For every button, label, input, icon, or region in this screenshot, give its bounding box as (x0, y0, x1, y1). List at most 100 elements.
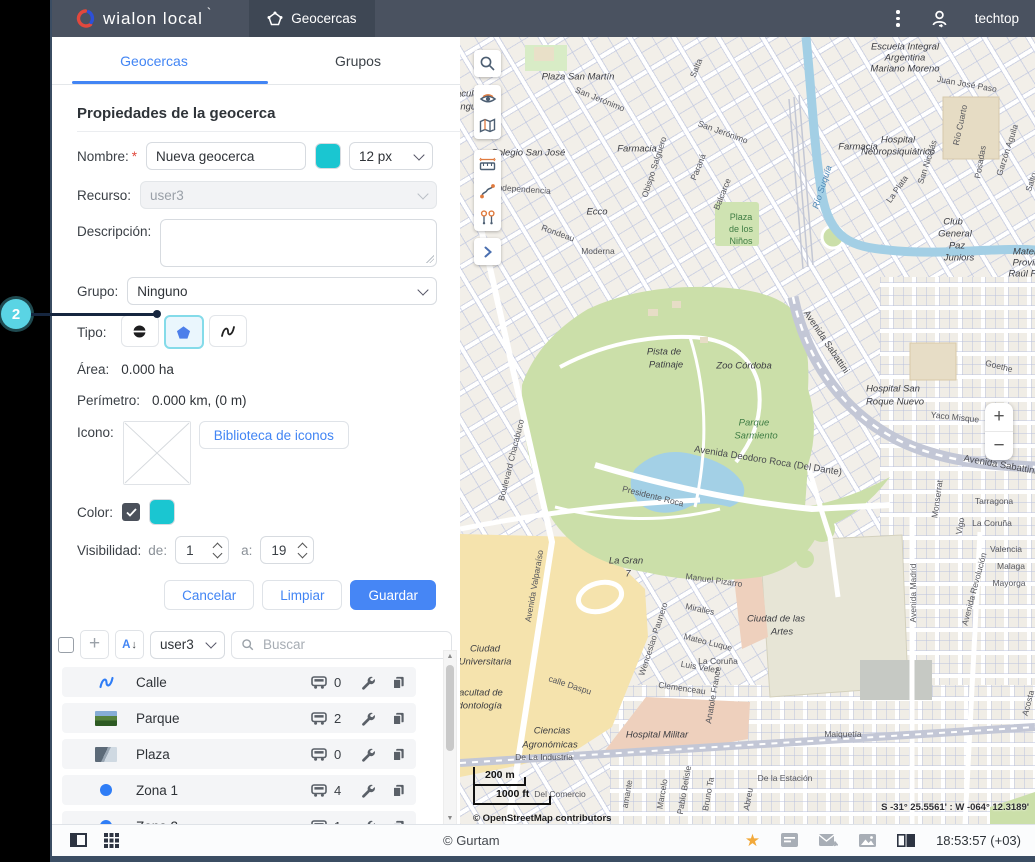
copy-icon (391, 783, 406, 798)
search-input[interactable] (261, 636, 442, 653)
tab-grupos[interactable]: Grupos (256, 37, 460, 84)
icon-placeholder[interactable] (123, 421, 191, 485)
map-expand-tool (474, 238, 501, 265)
visibility-from-stepper[interactable]: 1 (175, 536, 229, 564)
route-icon[interactable] (474, 177, 501, 204)
color-value-swatch[interactable] (149, 499, 175, 525)
toggle-panel-icon[interactable] (70, 833, 87, 847)
map-search-tool (474, 50, 501, 77)
unit-icon (311, 784, 327, 797)
icon-library-button[interactable]: Biblioteca de iconos (199, 421, 349, 449)
polygon-type-icon (176, 325, 191, 340)
geofence-row[interactable]: Zona 21 (62, 811, 416, 825)
tipo-circle-button[interactable] (121, 315, 159, 347)
more-menu-icon[interactable] (892, 6, 904, 31)
list-scrollbar[interactable]: ▲ ▼ (443, 650, 457, 825)
tab-geocercas-window[interactable]: Geocercas (249, 0, 374, 37)
font-size-select[interactable]: 12 px (349, 142, 433, 170)
geofence-row[interactable]: Parque2 (62, 703, 416, 733)
save-button[interactable]: Guardar (350, 580, 436, 610)
zoom-controls: + − (985, 403, 1013, 460)
nodes-icon[interactable] (474, 204, 501, 231)
visibility-to-stepper[interactable]: 19 (260, 536, 314, 564)
resource-filter-select[interactable]: user3 (150, 631, 225, 659)
map-search-icon[interactable] (474, 50, 501, 77)
bottom-bar: © Gurtam ★ 18:53:57 (+03) (52, 824, 1035, 856)
tab-geocercas[interactable]: Geocercas (52, 37, 256, 84)
chevron-right-icon[interactable] (474, 238, 501, 265)
copy-geofence-button[interactable] (391, 747, 406, 762)
circle-type-icon (132, 324, 147, 339)
app-window: wialon local` Geocercas techtop Geocerca… (50, 0, 1035, 862)
active-tab-underline (72, 81, 268, 84)
area-value: 0.000 ha (121, 362, 174, 377)
grupo-select[interactable]: Ninguno (127, 277, 437, 305)
visibilidad-label: Visibilidad: (77, 543, 141, 558)
map-attribution: © OpenStreetMap contributors (473, 813, 611, 824)
username[interactable]: techtop (975, 11, 1019, 26)
unit-icon (311, 748, 327, 761)
copy-geofence-button[interactable] (391, 675, 406, 690)
sort-button[interactable]: A↓ (115, 630, 144, 659)
scroll-down-icon[interactable]: ▼ (444, 815, 456, 822)
scrollbar-thumb[interactable] (446, 665, 454, 751)
tipo-polygon-button[interactable] (164, 315, 204, 349)
notices-icon[interactable] (781, 833, 798, 847)
add-geofence-button[interactable]: + (80, 630, 109, 659)
color-checkbox[interactable] (122, 503, 140, 521)
unit-count: 0 (334, 675, 344, 690)
edit-geofence-button[interactable] (360, 747, 375, 762)
geofence-row[interactable]: Zona 14 (62, 775, 416, 805)
map-layers-icon[interactable] (474, 112, 501, 139)
geofences-panel: Geocercas Grupos Propiedades de la geoce… (52, 37, 460, 825)
visibility-eye-icon[interactable] (474, 85, 501, 112)
reports-table-icon[interactable] (897, 834, 915, 847)
polyline-icon (98, 675, 115, 690)
geofence-color-swatch[interactable] (315, 143, 341, 169)
geofence-row[interactable]: Plaza0 (62, 739, 416, 769)
edit-geofence-button[interactable] (360, 783, 375, 798)
icono-label: Icono: (77, 425, 114, 440)
map-view-tools (474, 85, 501, 139)
edit-geofence-button[interactable] (360, 675, 375, 690)
nombre-input[interactable]: Nueva geocerca (146, 142, 306, 170)
unit-icon (311, 676, 327, 689)
clear-button[interactable]: Limpiar (262, 580, 342, 610)
geofence-photo-icon (95, 711, 117, 726)
geofence-name: Zona 1 (136, 783, 178, 798)
unit-count: 0 (334, 747, 344, 762)
select-all-checkbox[interactable] (58, 637, 74, 653)
app-tab-label: Geocercas (291, 11, 356, 26)
user-icon[interactable] (930, 9, 949, 28)
messages-icon[interactable] (819, 833, 838, 847)
wialon-logo-icon (76, 9, 95, 28)
zoom-in-button[interactable]: + (985, 403, 1013, 432)
resize-grip[interactable] (426, 255, 434, 263)
geofence-dot-icon (100, 784, 112, 796)
favorites-star-icon[interactable]: ★ (745, 832, 760, 849)
apps-grid-icon[interactable] (104, 833, 119, 848)
edit-geofence-button[interactable] (360, 711, 375, 726)
screenshot-root: wialon local` Geocercas techtop Geocerca… (0, 0, 1035, 862)
copy-geofence-button[interactable] (391, 783, 406, 798)
recurso-label: Recurso: (77, 188, 131, 203)
required-mark: * (132, 149, 137, 164)
logo-text: wialon local (103, 9, 203, 29)
descripcion-textarea[interactable] (160, 219, 437, 267)
copy-geofence-button[interactable] (391, 711, 406, 726)
cancel-button[interactable]: Cancelar (164, 580, 254, 610)
geofence-name: Parque (136, 711, 180, 726)
perimetro-value: 0.000 km, (0 m) (152, 393, 247, 408)
geofence-row[interactable]: Calle0 (62, 667, 416, 697)
geofence-photo-icon (95, 747, 117, 762)
tipo-line-button[interactable] (209, 315, 247, 347)
map[interactable]: Plaza San MartínSan JerónimoSan Jerónimo… (460, 37, 1035, 825)
map-coordinates: S -31° 25.5561' : W -064° 12.3189' (881, 802, 1029, 813)
a-label: a: (241, 543, 252, 558)
zoom-out-button[interactable]: − (985, 432, 1013, 460)
media-icon[interactable] (859, 834, 876, 847)
ruler-icon[interactable] (474, 150, 501, 177)
search-box[interactable] (231, 631, 452, 659)
color-label: Color: (77, 505, 113, 520)
scroll-up-icon[interactable]: ▲ (444, 653, 456, 660)
